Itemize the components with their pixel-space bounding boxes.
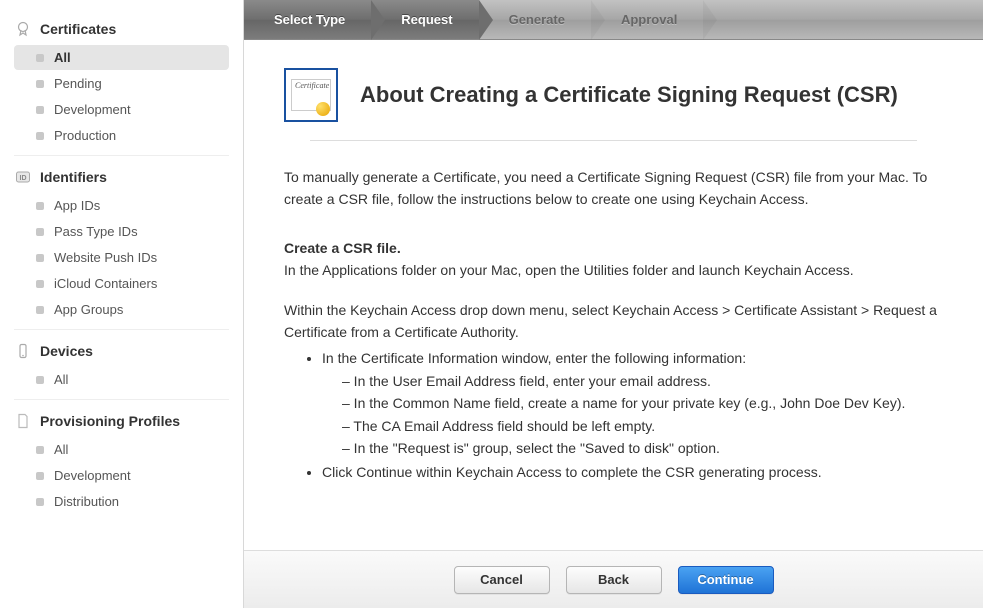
cancel-button[interactable]: Cancel [454,566,550,594]
intro-text: To manually generate a Certificate, you … [284,167,943,210]
list-item-text: Click Continue within Keychain Access to… [322,464,822,480]
wizard-step-approval: Approval [591,0,703,39]
section-header-certificates[interactable]: Certificates [0,14,243,44]
instruction-2: Within the Keychain Access drop down men… [284,300,943,343]
wizard-step-label: Request [401,12,452,27]
section-title: Provisioning Profiles [40,413,180,429]
section-identifiers: ID Identifiers App IDs Pass Type IDs Web… [0,162,243,330]
instruction-list: In the Certificate Information window, e… [284,347,943,483]
bullet-icon [36,228,44,236]
bullet-icon [36,106,44,114]
section-header-identifiers[interactable]: ID Identifiers [0,162,243,192]
bullet-icon [36,498,44,506]
sub-item: – In the Common Name field, create a nam… [322,392,943,414]
sidebar-item-label: Development [54,102,131,117]
bullet-icon [36,446,44,454]
wizard-step-select-type[interactable]: Select Type [244,0,371,39]
sidebar-item-pending[interactable]: Pending [14,71,229,96]
sidebar-item-devices-all[interactable]: All [14,367,229,392]
sidebar-item-label: Pending [54,76,102,91]
sidebar-item-development[interactable]: Development [14,97,229,122]
sidebar: Certificates All Pending Development Pro… [0,0,244,608]
section-provisioning: Provisioning Profiles All Development Di… [0,406,243,521]
bullet-icon [36,376,44,384]
sidebar-item-icloud-containers[interactable]: iCloud Containers [14,271,229,296]
bullet-icon [36,254,44,262]
list-item: Click Continue within Keychain Access to… [322,461,943,483]
continue-button[interactable]: Continue [678,566,774,594]
bullet-icon [36,132,44,140]
sidebar-item-label: Development [54,468,131,483]
wizard-step-label: Generate [509,12,565,27]
certificate-icon: Certificate [284,68,338,122]
wizard-step-request[interactable]: Request [371,0,478,39]
id-icon: ID [14,168,32,186]
section-header-devices[interactable]: Devices [0,336,243,366]
separator [310,140,917,141]
sidebar-item-all[interactable]: All [14,45,229,70]
sidebar-item-pass-type-ids[interactable]: Pass Type IDs [14,219,229,244]
sidebar-item-label: All [54,442,68,457]
svg-text:ID: ID [20,175,27,182]
list-item: In the Certificate Information window, e… [322,347,943,459]
wizard-step-label: Approval [621,12,677,27]
sidebar-item-label: Production [54,128,116,143]
sidebar-item-label: All [54,372,68,387]
bullet-icon [36,280,44,288]
sidebar-item-label: App IDs [54,198,100,213]
content-area: Certificate About Creating a Certificate… [244,40,983,550]
sidebar-item-label: Distribution [54,494,119,509]
wizard-step-generate: Generate [479,0,591,39]
bullet-icon [36,202,44,210]
sidebar-item-website-push-ids[interactable]: Website Push IDs [14,245,229,270]
section-title: Identifiers [40,169,107,185]
section-certificates: Certificates All Pending Development Pro… [0,14,243,156]
wizard-step-label: Select Type [274,12,345,27]
bullet-icon [36,80,44,88]
subhead: Create a CSR file. [284,240,943,256]
bullet-icon [36,306,44,314]
sub-item: – In the "Request is" group, select the … [322,437,943,459]
sidebar-item-label: Pass Type IDs [54,224,138,239]
device-icon [14,342,32,360]
sub-item: – The CA Email Address field should be l… [322,415,943,437]
sidebar-item-label: App Groups [54,302,123,317]
sidebar-item-profiles-distribution[interactable]: Distribution [14,489,229,514]
header-row: Certificate About Creating a Certificate… [284,68,943,122]
bullet-icon [36,472,44,480]
section-header-provisioning[interactable]: Provisioning Profiles [0,406,243,436]
sub-item: – In the User Email Address field, enter… [322,370,943,392]
section-devices: Devices All [0,336,243,400]
sidebar-item-production[interactable]: Production [14,123,229,148]
section-title: Certificates [40,21,116,37]
back-button[interactable]: Back [566,566,662,594]
main-panel: Select Type Request Generate Approval Ce… [244,0,983,608]
instruction-1: In the Applications folder on your Mac, … [284,260,943,282]
sidebar-item-label: Website Push IDs [54,250,157,265]
badge-icon [14,20,32,38]
sidebar-item-label: All [54,50,71,65]
sidebar-item-profiles-all[interactable]: All [14,437,229,462]
sidebar-item-profiles-development[interactable]: Development [14,463,229,488]
sidebar-item-label: iCloud Containers [54,276,157,291]
bullet-icon [36,54,44,62]
wizard-bar: Select Type Request Generate Approval [244,0,983,40]
seal-icon [316,102,330,116]
footer: Cancel Back Continue [244,550,983,608]
sidebar-item-app-groups[interactable]: App Groups [14,297,229,322]
section-title: Devices [40,343,93,359]
sidebar-item-app-ids[interactable]: App IDs [14,193,229,218]
page-title: About Creating a Certificate Signing Req… [360,82,898,108]
profile-icon [14,412,32,430]
list-item-text: In the Certificate Information window, e… [322,350,746,366]
